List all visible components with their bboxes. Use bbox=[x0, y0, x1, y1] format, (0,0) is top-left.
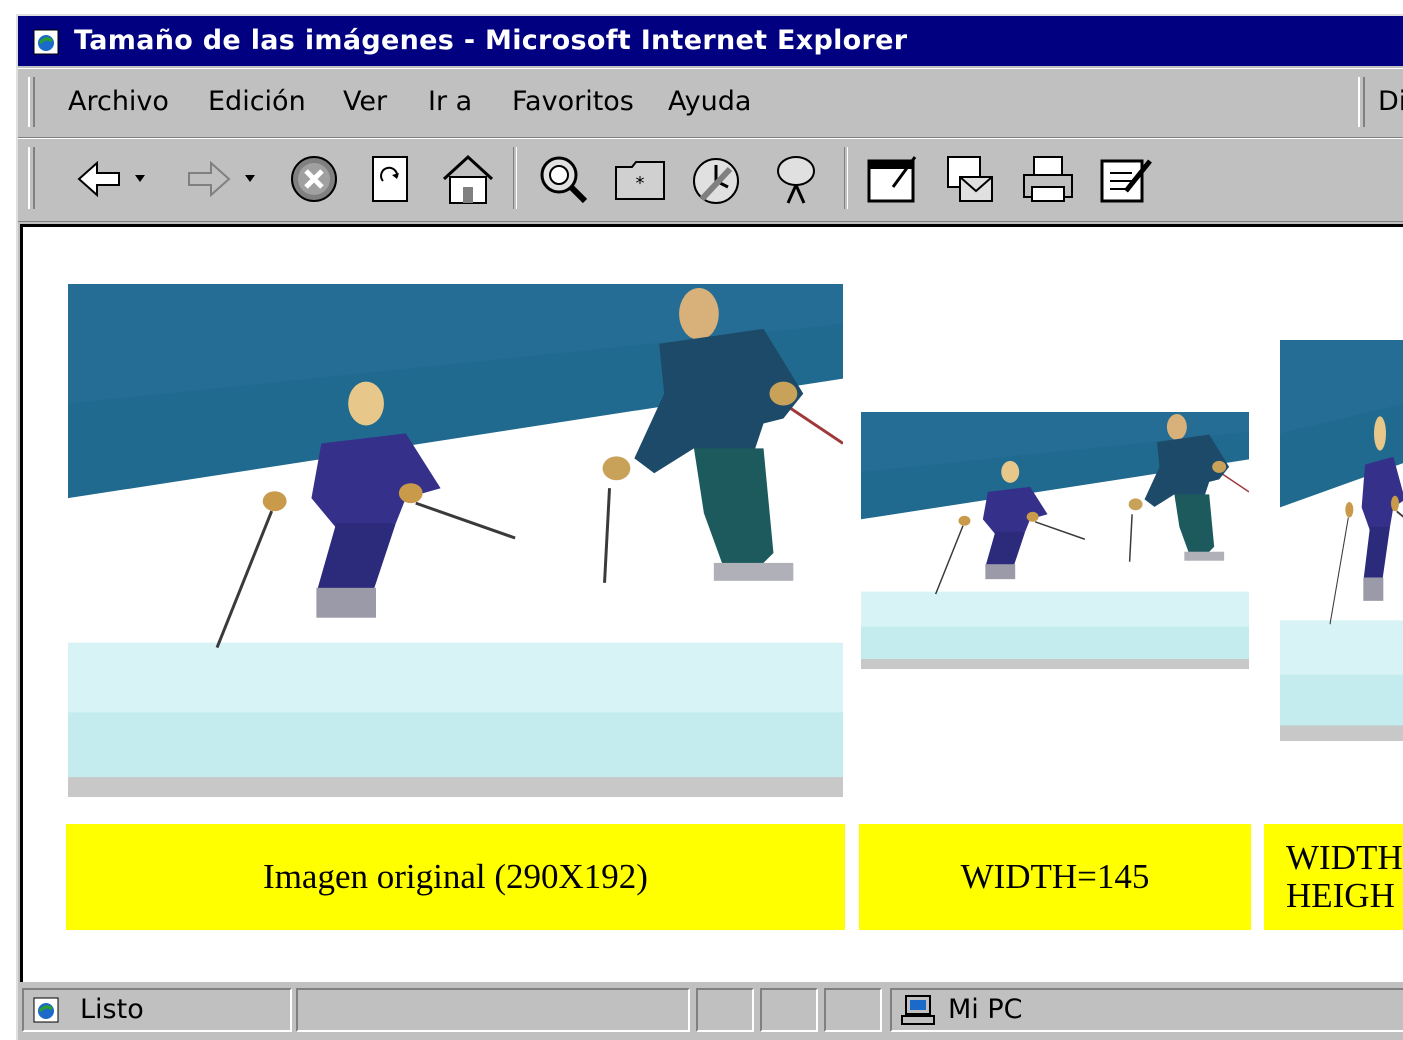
caption-width: WIDTH=145 bbox=[859, 824, 1251, 930]
caption-original: Imagen original (290X192) bbox=[66, 824, 845, 930]
links-grip[interactable] bbox=[1358, 77, 1365, 127]
computer-icon bbox=[900, 994, 936, 1031]
ie-document-icon bbox=[32, 28, 60, 61]
favorites-icon[interactable]: * bbox=[610, 151, 670, 212]
status-panel-zone: Mi PC bbox=[890, 988, 1403, 1032]
title-bar[interactable]: Tamaño de las imágenes - Microsoft Inter… bbox=[18, 16, 1403, 66]
forward-icon[interactable] bbox=[183, 151, 263, 212]
refresh-icon[interactable] bbox=[363, 151, 419, 212]
menu-favoritos[interactable]: Favoritos bbox=[512, 86, 634, 117]
stop-icon[interactable] bbox=[286, 151, 342, 212]
page-content: Imagen original (290X192) WIDTH=145 WIDT… bbox=[20, 224, 1403, 983]
menu-archivo[interactable]: Archivo bbox=[68, 86, 169, 117]
image-width-height bbox=[1280, 340, 1403, 741]
menu-ir-a[interactable]: Ir a bbox=[428, 86, 472, 117]
status-panel-2 bbox=[760, 988, 818, 1032]
caption-third-line1: WIDTH bbox=[1286, 838, 1403, 877]
fullscreen-icon[interactable] bbox=[863, 151, 923, 212]
browser-window: Tamaño de las imágenes - Microsoft Inter… bbox=[16, 14, 1403, 1040]
caption-original-text: Imagen original (290X192) bbox=[263, 857, 648, 896]
channels-icon[interactable] bbox=[766, 151, 826, 212]
standard-toolbar: * bbox=[18, 138, 1403, 222]
image-width-145 bbox=[861, 412, 1249, 669]
mail-icon[interactable] bbox=[940, 151, 1000, 212]
toolbar-separator bbox=[513, 147, 517, 209]
status-panel-main: Listo bbox=[22, 988, 292, 1032]
status-bar: Listo Mi PC bbox=[18, 982, 1403, 1040]
ie-document-icon bbox=[32, 996, 60, 1029]
status-panel-3 bbox=[824, 988, 882, 1032]
status-panel-1 bbox=[696, 988, 754, 1032]
back-icon[interactable] bbox=[73, 151, 153, 212]
svg-text:*: * bbox=[636, 173, 645, 194]
toolbar-grip[interactable] bbox=[28, 147, 35, 209]
toolbar-separator bbox=[844, 147, 848, 209]
links-label[interactable]: Di bbox=[1378, 86, 1403, 117]
history-icon[interactable] bbox=[688, 151, 748, 212]
status-panel-progress bbox=[296, 988, 690, 1032]
home-icon[interactable] bbox=[438, 151, 498, 212]
status-text: Listo bbox=[80, 994, 144, 1025]
window-title: Tamaño de las imágenes - Microsoft Inter… bbox=[74, 25, 908, 56]
edit-icon[interactable] bbox=[1096, 151, 1156, 212]
menu-ver[interactable]: Ver bbox=[343, 86, 387, 117]
search-icon[interactable] bbox=[533, 151, 593, 212]
zone-text: Mi PC bbox=[948, 994, 1023, 1025]
menu-edicion[interactable]: Edición bbox=[208, 86, 306, 117]
menu-bar: Archivo Edición Ver Ir a Favoritos Ayuda… bbox=[18, 68, 1403, 138]
caption-width-text: WIDTH=145 bbox=[960, 857, 1150, 896]
caption-third-line2: HEIGH bbox=[1286, 876, 1395, 915]
image-original bbox=[68, 284, 843, 797]
menu-ayuda[interactable]: Ayuda bbox=[668, 86, 751, 117]
caption-width-height: WIDTH HEIGH bbox=[1264, 824, 1403, 930]
menubar-grip[interactable] bbox=[28, 77, 35, 127]
print-icon[interactable] bbox=[1018, 151, 1078, 212]
